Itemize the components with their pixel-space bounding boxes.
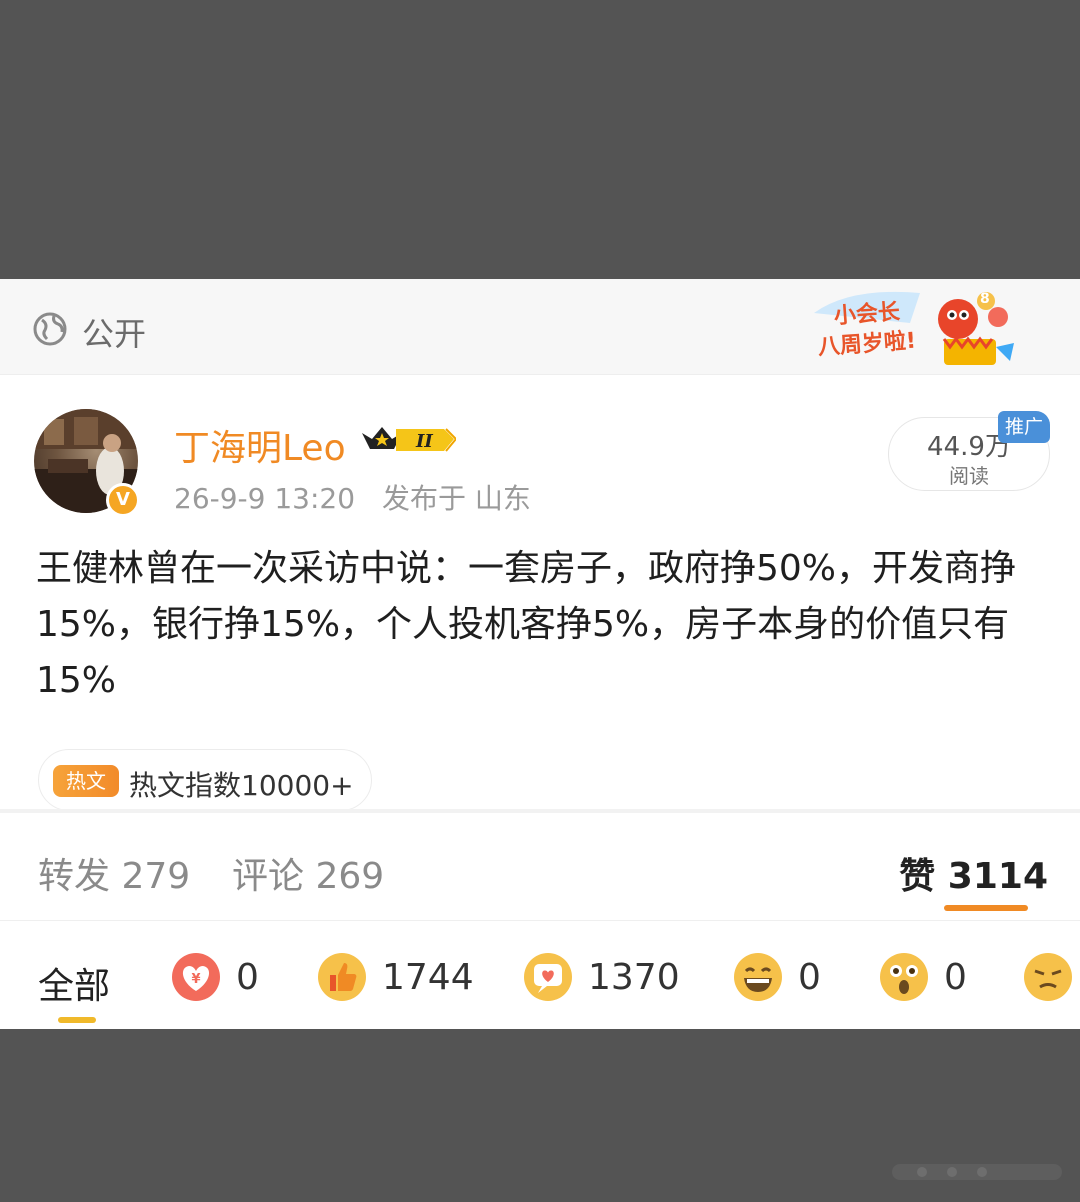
- hot-index-pill[interactable]: 热文 热文指数10000+: [38, 749, 372, 811]
- annoyed-face-icon: [1024, 953, 1072, 1001]
- reaction-count: 0: [944, 957, 967, 998]
- promote-button[interactable]: 推广: [998, 411, 1050, 443]
- red-envelope-icon: ¥: [172, 953, 220, 1001]
- thumbs-up-icon: [318, 953, 366, 1001]
- author-name[interactable]: 丁海明Leo: [174, 419, 346, 471]
- post-location: 发布于 山东: [381, 482, 531, 515]
- verified-badge: V: [106, 483, 140, 517]
- reaction-thumbs-up[interactable]: 1744: [316, 951, 476, 1003]
- hot-tag: 热文: [53, 765, 119, 797]
- post-card: 公开 小会长 八周岁啦! 8 V 丁海明Leo II 26-9-9 13:20 …: [0, 279, 1080, 1029]
- post-meta: 26-9-9 13:20 发布于 山东: [174, 477, 549, 517]
- tab-like[interactable]: 赞 3114: [899, 847, 1048, 899]
- anniversary-line1: 小会长: [833, 299, 901, 330]
- reaction-count: 1370: [588, 957, 680, 998]
- post-body: 王健林曾在一次采访中说：一套房子，政府挣50%，开发商挣15%，银行挣15%，个…: [36, 548, 1017, 701]
- like-tab-indicator: [944, 905, 1028, 911]
- reaction-filter-all[interactable]: 全部: [38, 957, 110, 1009]
- tab-repost[interactable]: 转发 279: [38, 847, 190, 899]
- member-level: II: [415, 431, 433, 452]
- reaction-red-envelope[interactable]: ¥ 0: [170, 951, 270, 1003]
- svg-text:¥: ¥: [191, 972, 200, 987]
- hot-index-label: 热文指数10000+: [129, 769, 354, 802]
- post-timestamp: 26-9-9 13:20: [174, 482, 356, 515]
- reaction-count: 0: [236, 957, 259, 998]
- laughing-face-icon: [734, 953, 782, 1001]
- visibility-bar: 公开 小会长 八周岁啦! 8: [0, 279, 1080, 375]
- like-count: 3114: [947, 856, 1048, 897]
- reaction-annoyed[interactable]: [1022, 951, 1080, 1003]
- reaction-heart[interactable]: 1370: [522, 951, 682, 1003]
- surprised-face-icon: [880, 953, 928, 1001]
- anniversary-number: 8: [980, 291, 990, 307]
- tab-comment[interactable]: 评论 269: [232, 847, 384, 899]
- visibility-label: 公开: [82, 315, 147, 353]
- reaction-laugh[interactable]: 0: [732, 951, 832, 1003]
- globe-icon: [33, 312, 67, 346]
- reactions-bar: 全部 ¥ 0 1744 1370 0 0: [0, 921, 1080, 1029]
- watermark-decoration: [892, 1164, 1062, 1180]
- reaction-count: 1744: [382, 957, 474, 998]
- read-label: 阅读: [949, 464, 989, 488]
- anniversary-banner[interactable]: 小会长 八周岁啦! 8: [810, 283, 1020, 371]
- reaction-surprised[interactable]: 0: [878, 951, 978, 1003]
- all-tab-indicator: [58, 1017, 96, 1023]
- stats-bar: 转发 279 评论 269 赞 3114: [0, 813, 1080, 921]
- like-label: 赞: [899, 856, 936, 897]
- member-crown-icon[interactable]: II: [360, 421, 456, 457]
- heart-chat-icon: [524, 953, 572, 1001]
- reaction-count: 0: [798, 957, 821, 998]
